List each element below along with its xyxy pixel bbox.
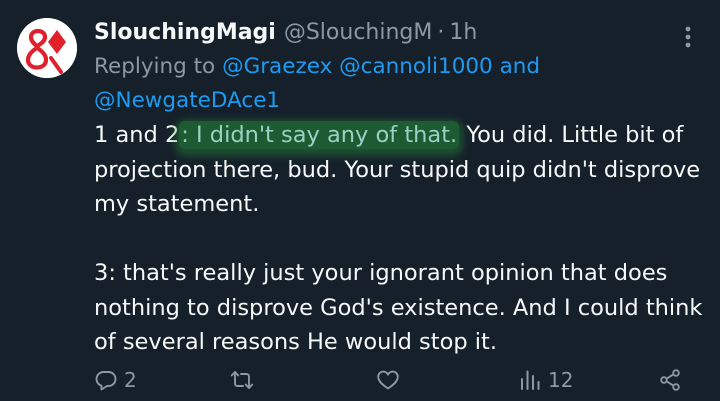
tweet-paragraph: 1 and 2: I didn't say any of that. You d… xyxy=(94,118,704,222)
tweet-text: 1 and 2: I didn't say any of that. You d… xyxy=(94,118,704,360)
mention-link[interactable]: @NewgateDAce1 xyxy=(94,88,280,113)
tweet-timestamp[interactable]: 1h xyxy=(449,15,477,51)
reply-button[interactable]: 2 xyxy=(94,363,137,397)
mention-link[interactable]: @Graezex xyxy=(222,54,332,79)
avatar[interactable] xyxy=(17,18,77,78)
reply-bubble-icon xyxy=(95,371,117,391)
tweet-paragraph: 3: that's really just your ignorant opin… xyxy=(94,260,703,355)
more-vertical-icon xyxy=(685,26,691,48)
replying-to-label: Replying to xyxy=(94,54,216,79)
like-button[interactable] xyxy=(376,363,400,397)
views-button[interactable]: 12 xyxy=(518,363,573,397)
mention-link[interactable]: @cannoli1000 xyxy=(339,54,493,79)
retweet-icon xyxy=(230,371,254,389)
views-count: 12 xyxy=(548,368,574,392)
more-options-button[interactable] xyxy=(676,20,700,54)
separator-dot: · xyxy=(437,20,445,45)
reply-count: 2 xyxy=(124,368,137,392)
tweet-header: SlouchingMagi @SlouchingM · 1h xyxy=(94,15,477,51)
retweet-button[interactable] xyxy=(230,363,254,397)
share-icon xyxy=(660,369,680,391)
views-bar-chart-icon xyxy=(521,370,540,390)
heart-icon xyxy=(377,370,399,390)
tweet-actions: 2 12 xyxy=(94,363,694,397)
mention-conjunction[interactable]: and xyxy=(500,54,540,79)
share-button[interactable] xyxy=(658,363,682,397)
highlighted-text: : I didn't say any of that. xyxy=(179,121,460,149)
card-eight-of-diamonds-icon xyxy=(17,18,77,78)
user-handle[interactable]: @SlouchingM xyxy=(284,15,433,51)
replying-to-line: Replying to @Graezex @cannoli1000 and @N… xyxy=(94,50,694,118)
display-name[interactable]: SlouchingMagi xyxy=(94,15,276,51)
text-segment: 1 and 2 xyxy=(94,122,180,148)
